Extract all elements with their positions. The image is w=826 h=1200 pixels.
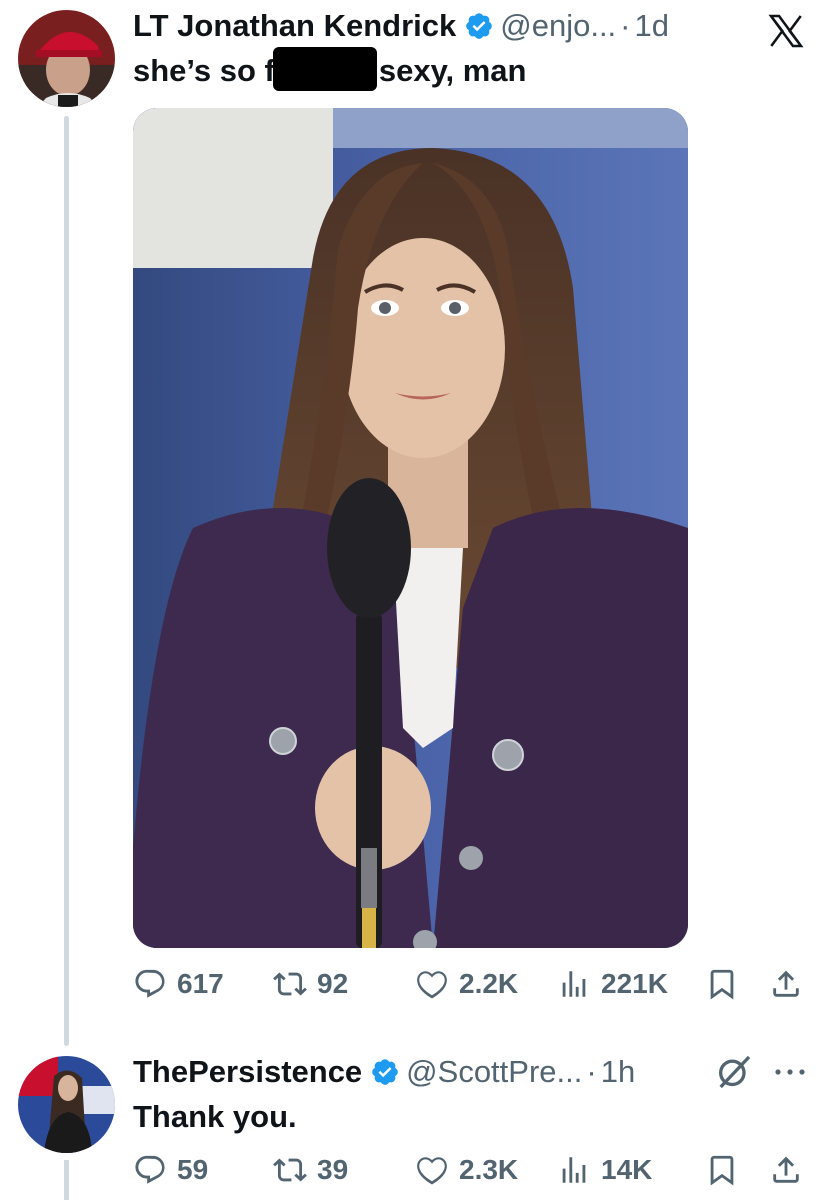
tweet-action-bar: 617 92 2.2K 221K <box>133 962 813 1006</box>
tweet-text-start: she’s so f <box>133 53 275 89</box>
thread-connector-line <box>64 116 69 1046</box>
x-logo-icon[interactable] <box>766 12 806 50</box>
share-upload-icon <box>773 970 799 997</box>
author-name[interactable]: ThePersistence <box>133 1052 362 1092</box>
tweet-media-photo[interactable] <box>133 108 688 948</box>
heart-icon <box>417 1157 447 1185</box>
like-count: 2.2K <box>459 968 519 999</box>
separator-dot: · <box>586 1054 597 1089</box>
views-count: 221K <box>601 968 668 999</box>
reply-button[interactable]: 617 <box>133 962 224 1006</box>
avatar[interactable] <box>18 1056 115 1153</box>
like-count: 2.3K <box>459 1154 519 1185</box>
tweet-header: LT Jonathan Kendrick @enjo... · 1d <box>133 6 669 46</box>
grok-icon[interactable] <box>714 1052 754 1092</box>
reply-count: 59 <box>177 1154 209 1185</box>
like-button[interactable]: 2.3K <box>415 1148 518 1192</box>
reply-icon <box>135 1155 165 1184</box>
views-button[interactable]: 221K <box>557 962 668 1006</box>
share-button[interactable] <box>769 1148 803 1192</box>
avatar[interactable] <box>18 10 115 107</box>
tweet-action-bar: 59 39 2.3K 14K <box>133 1148 813 1192</box>
bookmark-button[interactable] <box>705 962 739 1006</box>
author-name[interactable]: LT Jonathan Kendrick <box>133 6 456 46</box>
retweet-button[interactable]: 39 <box>273 1148 348 1192</box>
share-upload-icon <box>773 1156 799 1183</box>
retweet-button[interactable]: 92 <box>273 962 348 1006</box>
reply-button[interactable]: 59 <box>133 1148 208 1192</box>
views-chart-icon <box>562 1157 586 1183</box>
separator-dot: · <box>620 8 631 43</box>
retweet-icon <box>273 972 307 996</box>
heart-icon <box>417 971 447 999</box>
views-chart-icon <box>562 971 586 997</box>
bookmark-icon <box>710 1155 734 1186</box>
author-handle[interactable]: @enjo... <box>500 6 616 46</box>
more-options-icon[interactable] <box>770 1062 810 1082</box>
reply-icon <box>135 969 165 998</box>
retweet-icon <box>273 1158 307 1182</box>
retweet-count: 92 <box>317 968 349 999</box>
verified-badge-icon <box>466 13 493 39</box>
tweet-text: Thank you. <box>133 1099 297 1134</box>
tweet-text-end: sexy, man <box>378 53 527 89</box>
thread-connector-line-lower <box>64 1160 69 1200</box>
retweet-count: 39 <box>317 1154 349 1185</box>
tweet-header: ThePersistence @ScottPre... · 1h <box>133 1052 635 1092</box>
bookmark-icon <box>710 969 734 1000</box>
verified-badge-icon <box>372 1059 398 1085</box>
reply-count: 617 <box>177 968 224 999</box>
bookmark-button[interactable] <box>705 1148 739 1192</box>
share-button[interactable] <box>769 962 803 1006</box>
views-count: 14K <box>601 1154 653 1185</box>
tweet-text: she’s so f sexy, man <box>133 47 527 95</box>
timestamp[interactable]: 1d <box>635 6 669 46</box>
like-button[interactable]: 2.2K <box>415 962 518 1006</box>
views-button[interactable]: 14K <box>557 1148 652 1192</box>
timestamp[interactable]: 1h <box>601 1052 635 1092</box>
author-handle[interactable]: @ScottPre... <box>406 1052 582 1092</box>
redaction-bar <box>272 47 377 91</box>
